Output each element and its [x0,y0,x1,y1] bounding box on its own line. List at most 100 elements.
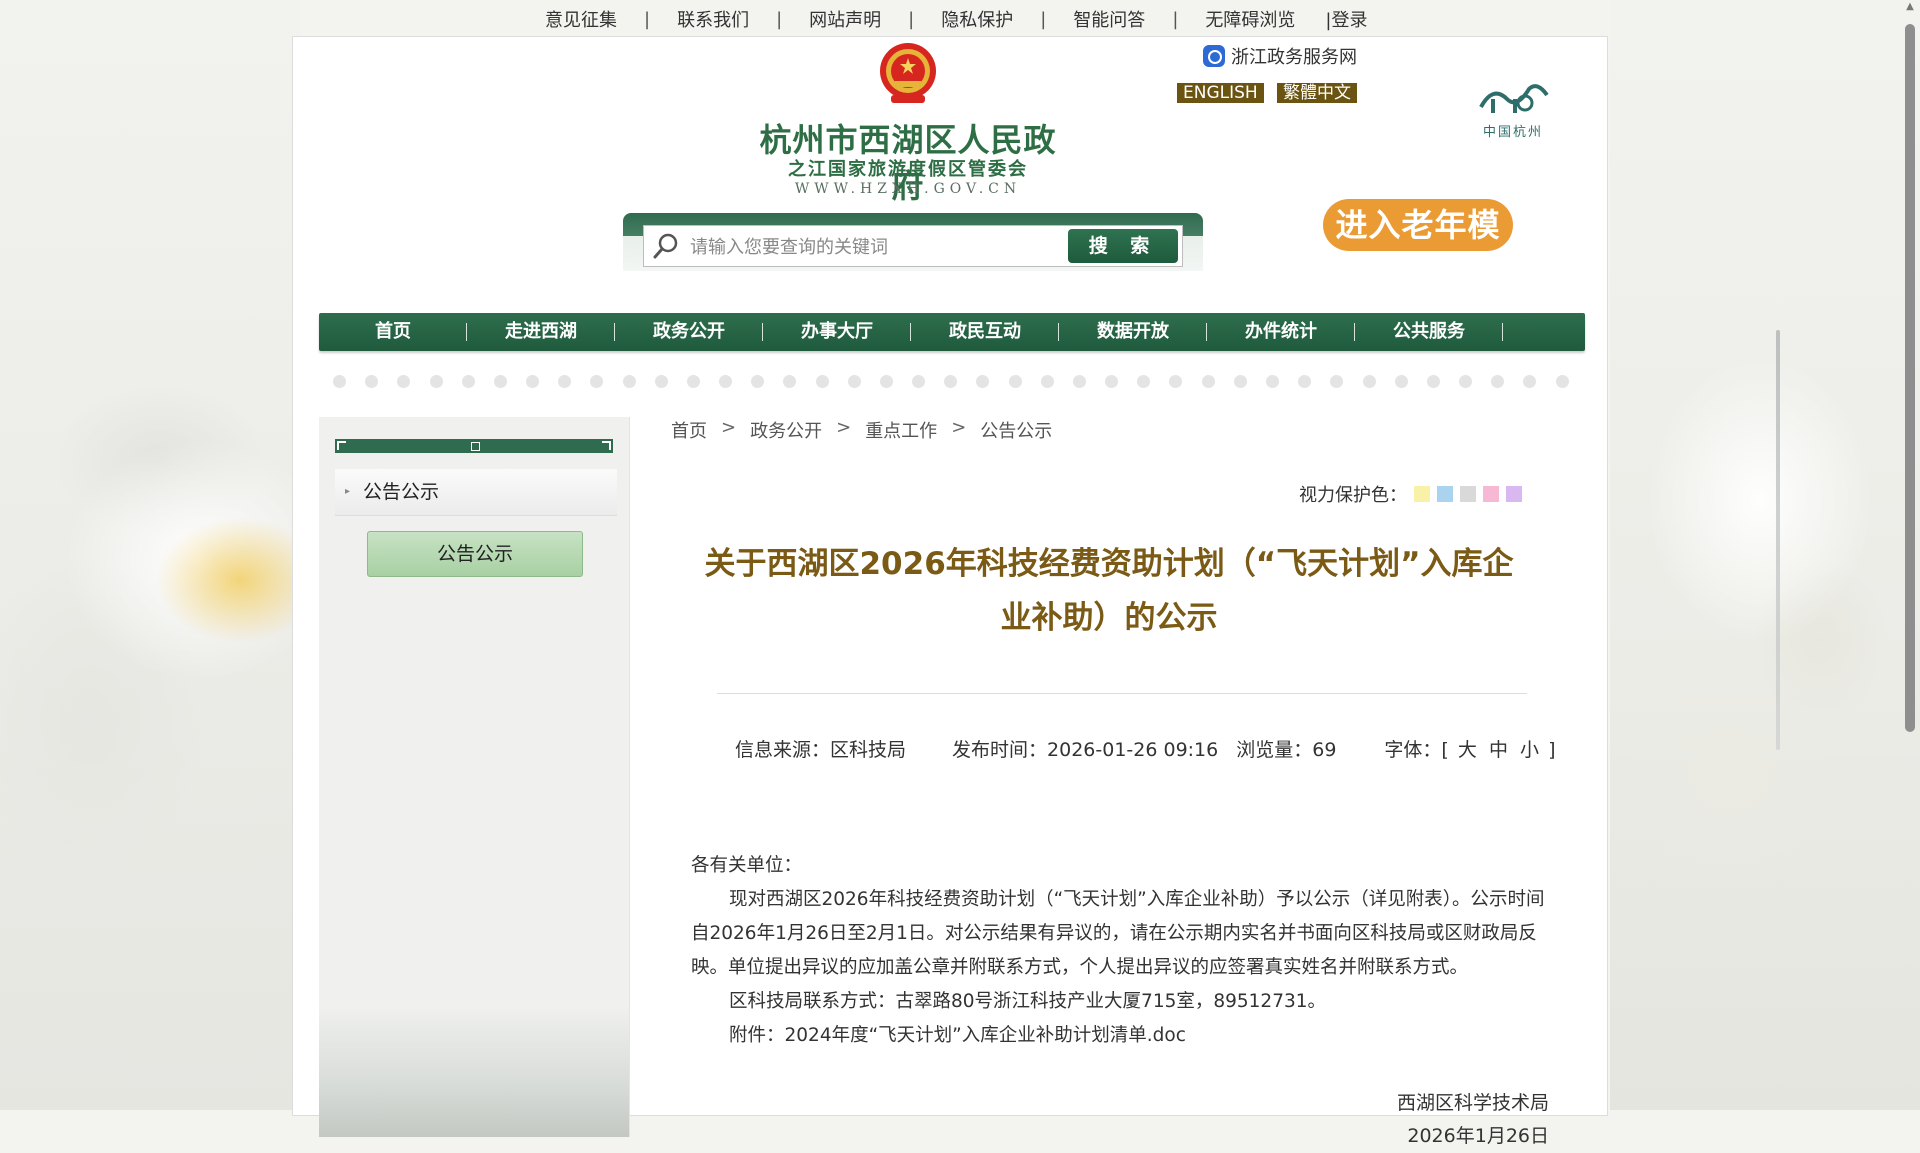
top-link-feedback[interactable]: 意见征集 [545,6,617,32]
top-link-privacy[interactable]: 隐私保护 [941,6,1013,32]
decorative-dot [1233,375,1247,388]
eye-color-pink[interactable] [1483,486,1499,502]
decorative-dot [526,375,540,388]
decorative-dot [461,375,475,388]
decorative-dot [751,375,765,388]
top-link-contact[interactable]: 联系我们 [677,6,749,32]
traditional-chinese-link[interactable]: 繁體中文 [1277,83,1357,103]
main-nav: 首页 走进西湖 政务公开 办事大厅 政民互动 数据开放 办件统计 公共服务 [319,313,1585,351]
breadcrumb-key-work[interactable]: 重点工作 [865,417,937,443]
site-subtitle: 之江国家旅游度假区管委会 [788,159,1028,180]
decorative-dot [1201,375,1215,388]
font-size-medium[interactable]: 中 [1489,739,1508,761]
decorative-dot [397,375,411,388]
top-link-accessibility[interactable]: 无障碍浏览 [1205,6,1295,32]
article-publish-time: 发布时间：2026-01-26 09:16 [952,739,1219,761]
search-area: 搜 索 [623,213,1203,271]
nav-about-xihu[interactable]: 走进西湖 [467,313,615,351]
nav-open-data[interactable]: 数据开放 [1059,313,1207,351]
decorative-dot [493,375,507,388]
decorative-dot [944,375,958,388]
search-box: 搜 索 [643,225,1183,267]
article-title: 关于西湖区2026年科技经费资助计划（“飞天计划”入库企业补助）的公示 [704,546,1514,636]
eye-color-purple[interactable] [1506,486,1522,502]
decorative-dot [1265,375,1279,388]
font-size-large[interactable]: 大 [1458,739,1477,761]
eye-color-gray[interactable] [1460,486,1476,502]
breadcrumb-home[interactable]: 首页 [671,417,707,443]
decorative-dot [1330,375,1344,388]
search-icon [653,233,678,259]
decorative-dot [1169,375,1183,388]
attachment-link[interactable]: 2024年度“飞天计划”入库企业补助计划清单.doc [785,1025,1186,1046]
top-links-bar: 意见征集 | 联系我们 | 网站声明 | 隐私保护 | 智能问答 | 无障碍浏览 |登录 [0,6,1920,32]
top-link-smart-qa[interactable]: 智能问答 [1073,6,1145,32]
decorative-dot [1426,375,1440,388]
decorative-dot [654,375,668,388]
article-greeting: 各有关单位： [691,855,803,876]
breadcrumb: 首页 > 政务公开 > 重点工作 > 公告公示 [671,417,1053,443]
sidebar-announcements-button[interactable]: 公告公示 [367,531,583,577]
article-attachment: 附件：2024年度“飞天计划”入库企业补助计划清单.doc [729,1025,1186,1046]
national-emblem-icon [880,43,936,103]
elder-mode-button[interactable]: 进入老年模式 [1323,199,1513,296]
main-container: 杭州市西湖区人民政府 之江国家旅游度假区管委会 WWW.HZXH.GOV.CN … [292,36,1608,1147]
decorative-dot [783,375,797,388]
decorative-dot [558,375,572,388]
article-contact: 区科技局联系方式：古翠路80号浙江科技产业大厦715室，89512731。 [729,991,1327,1012]
decorative-dot [1072,375,1086,388]
nav-interaction[interactable]: 政民互动 [911,313,1059,351]
hangzhou-logo-caption: 中国杭州 [1482,125,1543,140]
sidebar-landscape-decoration [319,1007,629,1137]
decorative-dot [1008,375,1022,388]
decorative-dot [1040,375,1054,388]
article-source: 信息来源：区科技局 [735,739,907,761]
decorative-dot [590,375,604,388]
decorative-dot [1523,375,1537,388]
nav-public-service[interactable]: 公共服务 [1355,313,1503,351]
breadcrumb-gov-affairs[interactable]: 政务公开 [750,417,822,443]
chevron-right-icon: ▸ [345,486,351,497]
decorative-dot [622,375,636,388]
eye-color-blue[interactable] [1437,486,1453,502]
zhejiang-service-link[interactable]: 浙江政务服务网 [1203,43,1357,69]
article-sign-date: 2026年1月26日 [1407,1125,1549,1147]
hangzhou-logo: 中国杭州 [1473,77,1553,140]
scrollbar-thumb[interactable] [1905,24,1915,732]
decorative-dot [686,375,700,388]
search-button[interactable]: 搜 索 [1068,229,1178,263]
nav-gov-affairs[interactable]: 政务公开 [615,313,763,351]
login-link[interactable]: |登录 [1325,6,1367,32]
eye-color-yellow[interactable] [1414,486,1430,502]
decorative-dot [719,375,733,388]
top-link-statement[interactable]: 网站声明 [809,6,881,32]
decorative-dot [879,375,893,388]
scroll-up-arrow-icon[interactable]: ▲ [1904,2,1916,12]
sidebar-item-announcements[interactable]: ▸ 公告公示 [335,469,617,516]
eye-protection-label: 视力保护色： [1299,485,1407,506]
font-size-control: 字体：[ 大 中 小 ] [1384,739,1556,761]
article-signer: 西湖区科学技术局 [1396,1092,1549,1114]
search-input[interactable] [688,232,1042,262]
decorative-dot [976,375,990,388]
sidebar-item-label: 公告公示 [363,481,440,503]
decorative-dot [1459,375,1473,388]
eye-protection-colors: 视力保护色： [1299,481,1522,507]
decorative-dot [1137,375,1151,388]
decorative-dot [1298,375,1312,388]
decorative-dot [429,375,443,388]
article-meta: 信息来源：区科技局 发布时间：2026-01-26 09:16 浏览量：69 字… [735,735,1556,762]
hangzhou-logo-icon [1479,84,1549,113]
background-right-decoration [1610,0,1920,1110]
nav-statistics[interactable]: 办件统计 [1207,313,1355,351]
decorative-dot [333,375,346,388]
article-signature: 西湖区科学技术局 2026年1月26日 [1397,1087,1549,1153]
zhejiang-service-icon [1203,45,1225,67]
nav-home[interactable]: 首页 [319,313,467,351]
sidebar-header-bar [335,439,613,453]
article-body: 各有关单位： 现对西湖区2026年科技经费资助计划（“飞天计划”入库企业补助）予… [691,849,1551,1053]
font-size-small[interactable]: 小 [1520,739,1539,761]
breadcrumb-announcements[interactable]: 公告公示 [980,417,1052,443]
english-link[interactable]: ENGLISH [1177,83,1264,103]
nav-service-hall[interactable]: 办事大厅 [763,313,911,351]
